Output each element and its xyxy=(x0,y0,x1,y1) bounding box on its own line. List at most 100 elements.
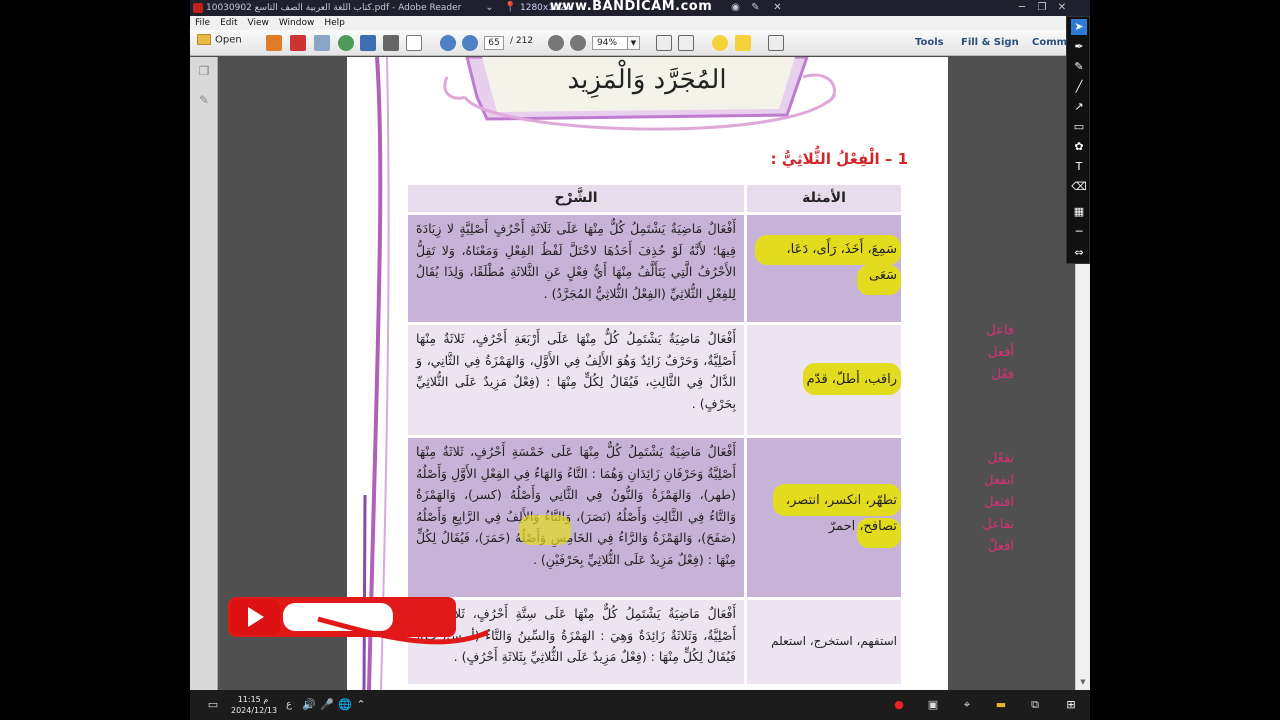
bandicam-logo: www.BANDICAM.com xyxy=(550,0,713,14)
full-screen-icon[interactable] xyxy=(678,35,694,51)
palette-icon[interactable]: ✿ xyxy=(1071,139,1087,155)
clock[interactable]: 11:15 م 2024/12/13 xyxy=(231,694,278,716)
folder-icon xyxy=(197,34,211,45)
margin-notes-group-1: فاعل أفعل فعّل xyxy=(962,320,1014,386)
toolbar: Open 65 / 212 94% ▼ Tools Fill & Sign Co… xyxy=(190,30,1090,56)
restore-button[interactable]: ❐ xyxy=(1032,0,1052,16)
pdf-page: المُجَرَّد وَالْمَزِيد 1 – الْفِعْلُ الث… xyxy=(347,57,948,690)
notifications-icon[interactable]: ▭ xyxy=(206,698,220,712)
globe-icon[interactable]: 🌐 xyxy=(338,698,352,712)
margin-note: فاعل xyxy=(986,323,1014,338)
clock-ampm: م xyxy=(263,695,269,704)
zoom-input[interactable]: 94% xyxy=(592,36,628,50)
margin-note: انفعل xyxy=(984,473,1014,488)
scroll-down-icon[interactable]: ▼ xyxy=(1078,678,1088,688)
comment-icon[interactable] xyxy=(712,35,728,51)
tools-link[interactable]: Tools xyxy=(915,37,944,48)
table-row-2-explanation: أَفْعَالٌ مَاضِيَةٌ يَشْتَمِلُ كُلٌّ مِن… xyxy=(408,325,744,435)
zoom-dropdown-icon[interactable]: ▼ xyxy=(628,36,640,50)
marker-icon[interactable]: ✎ xyxy=(1071,59,1087,75)
save-icon[interactable] xyxy=(360,35,376,51)
collapse-icon[interactable]: ⇔ xyxy=(1071,245,1087,261)
page-down-icon[interactable] xyxy=(462,35,478,51)
margin-note: أفعل xyxy=(988,345,1014,360)
window-close-button[interactable]: ✕ xyxy=(1052,0,1072,16)
text-icon[interactable]: T xyxy=(1071,159,1087,175)
fill-sign-link[interactable]: Fill & Sign xyxy=(961,37,1019,48)
document-area: المُجَرَّد وَالْمَزِيد 1 – الْفِعْلُ الث… xyxy=(218,57,1075,690)
clock-time: 11:15 xyxy=(237,695,261,704)
pages-icon[interactable]: ❐ xyxy=(197,64,211,78)
eraser-icon[interactable]: ⌫ xyxy=(1071,179,1087,195)
menu-window[interactable]: Window xyxy=(274,16,320,30)
cursor-icon[interactable]: ➤ xyxy=(1071,19,1087,35)
line-width-icon[interactable]: ─ xyxy=(1071,224,1087,240)
task-view-icon[interactable]: ⧉ xyxy=(1028,698,1042,712)
taskbar: ▭ 11:15 م 2024/12/13 ع 🔊 🎤 🌐 ⌃ ● ▣ ⌖ ▬ ⧉… xyxy=(190,690,1090,720)
screen: 10030902 كتاب اللغة العربية الصف التاسع.… xyxy=(190,0,1090,720)
minimize-button[interactable]: ─ xyxy=(1012,0,1032,16)
pin-icon[interactable]: 📍 xyxy=(504,2,516,13)
page-total: / 212 xyxy=(510,36,534,46)
edit-pdf-icon[interactable] xyxy=(314,35,330,51)
table-row-1-explanation: أَفْعَالٌ مَاضِيَةٌ يَشْتَمِلُ كُلٌّ مِن… xyxy=(408,215,744,322)
open-label: Open xyxy=(215,34,242,46)
print-icon[interactable] xyxy=(383,35,399,51)
volume-icon[interactable]: 🔊 xyxy=(302,698,316,712)
microphone-icon[interactable]: 🎤 xyxy=(320,698,334,712)
row-1-examples-text: سَمِعَ، أَخَذَ، رَأَى، دَعَا، سَعَى xyxy=(786,242,897,283)
email-icon[interactable] xyxy=(406,35,422,51)
margin-note: تفاعل xyxy=(982,517,1014,532)
arrow-icon[interactable]: ↗ xyxy=(1071,99,1087,115)
app-icon[interactable]: ▣ xyxy=(926,698,940,712)
section-heading: 1 – الْفِعْلُ الثُّلاثِيُّ : xyxy=(770,150,908,168)
margin-note: تفعّل xyxy=(987,451,1014,466)
rectangle-icon[interactable]: ▭ xyxy=(1071,119,1087,135)
export-pdf-icon[interactable] xyxy=(290,35,306,51)
file-explorer-icon[interactable]: ▬ xyxy=(994,698,1008,712)
camera-icon[interactable]: ◉ xyxy=(730,2,741,13)
menu-bar: File Edit View Window Help xyxy=(190,16,1090,30)
pen-icon[interactable]: ✒ xyxy=(1071,39,1087,55)
clock-date: 2024/12/13 xyxy=(231,706,278,715)
pencil-icon[interactable]: ✎ xyxy=(750,2,761,13)
expand-icon[interactable] xyxy=(768,35,784,51)
chevron-up-icon[interactable]: ⌃ xyxy=(354,698,368,712)
menu-file[interactable]: File xyxy=(190,16,215,30)
title-bar: 10030902 كتاب اللغة العربية الصف التاسع.… xyxy=(190,0,1090,16)
page-up-icon[interactable] xyxy=(440,35,456,51)
menu-view[interactable]: View xyxy=(243,16,274,30)
zoom-in-icon[interactable] xyxy=(570,35,586,51)
comment-link[interactable]: Comm xyxy=(1032,37,1067,48)
table-row-3-explanation: أَفْعَالٌ مَاضِيَةٌ يَشْتَمِلُ كُلٌّ مِن… xyxy=(408,438,744,597)
table-row-1-examples: سَمِعَ، أَخَذَ، رَأَى، دَعَا، سَعَى xyxy=(747,215,901,322)
menu-edit[interactable]: Edit xyxy=(215,16,242,30)
maps-icon[interactable]: ⌖ xyxy=(960,698,974,712)
page-number-input[interactable]: 65 xyxy=(484,36,504,50)
margin-notes-group-2: تفعّل انفعل افتعل تفاعل افعلّ xyxy=(962,448,1014,558)
menu-help[interactable]: Help xyxy=(319,16,350,30)
highlight-mark xyxy=(519,515,571,545)
margin-note: افعلّ xyxy=(988,539,1014,554)
clear-icon[interactable]: ▦ xyxy=(1071,204,1087,220)
chevron-down-icon[interactable]: ⌄ xyxy=(484,2,495,13)
row-3-examples-text: تطهّر، انكسر، انتصر، تصافح، احمرّ xyxy=(785,493,897,534)
zoom-out-icon[interactable] xyxy=(548,35,564,51)
open-button[interactable]: Open xyxy=(197,34,242,46)
language-indicator[interactable]: ع xyxy=(282,698,296,712)
record-icon[interactable]: ● xyxy=(892,698,906,712)
attachments-icon[interactable]: ✎ xyxy=(197,93,211,107)
start-icon[interactable]: ⊞ xyxy=(1064,698,1078,712)
line-icon[interactable]: ╱ xyxy=(1071,79,1087,95)
close-icon[interactable]: ✕ xyxy=(772,2,783,13)
fit-page-icon[interactable] xyxy=(656,35,672,51)
annotation-toolbar: ➤ ✒ ✎ ╱ ↗ ▭ ✿ T ⌫ ▦ ─ ⇔ xyxy=(1066,16,1090,264)
create-pdf-icon[interactable] xyxy=(266,35,282,51)
highlight-icon[interactable] xyxy=(735,35,751,51)
table-row-2-examples: راقب، أطلّ، قدّم xyxy=(747,325,901,435)
row-4-examples-text: استفهم، استخرج، استعلم xyxy=(771,634,897,648)
table-row-3-examples: تطهّر، انكسر، انتصر، تصافح، احمرّ xyxy=(747,438,901,597)
youtube-subscribe-overlay[interactable] xyxy=(228,597,488,657)
bandicam-bar: ⌄ 📍 1280x1024 www.BANDICAM.com ◉ ✎ ✕ xyxy=(480,0,800,16)
upload-icon[interactable] xyxy=(338,35,354,51)
